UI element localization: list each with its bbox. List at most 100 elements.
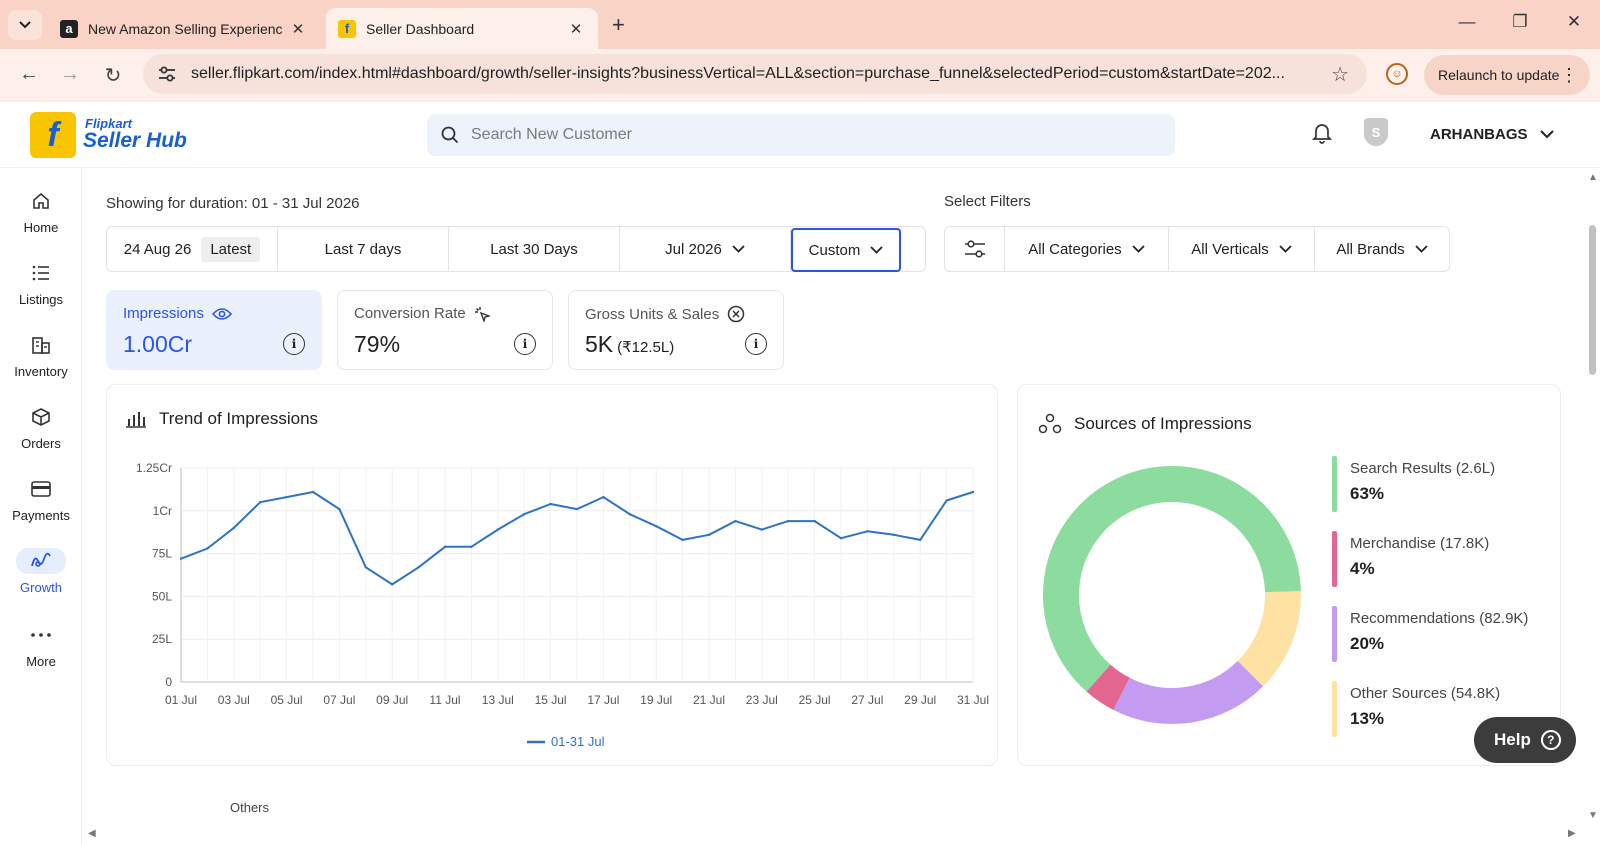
period-latest-button[interactable]: 24 Aug 26 Latest [107,227,278,271]
donut-slice-recommendations[interactable] [1113,660,1264,724]
category-filter-dropdown[interactable]: All Categories [1005,227,1169,271]
data-point [787,519,790,523]
bubbles-icon [1038,413,1062,434]
x-tick-label: 21 Jul [693,693,725,707]
scroll-down-icon[interactable]: ▼ [1588,810,1598,821]
forward-button[interactable]: → [57,63,83,86]
filter-sliders-icon [964,240,985,258]
period-custom-dropdown[interactable]: Custom [791,228,901,272]
x-tick-label: 15 Jul [535,693,567,707]
search-icon [441,126,459,144]
y-tick-label: 50L [152,589,172,603]
donut-slice-other[interactable] [1237,591,1301,687]
flipkart-logo[interactable]: f [30,112,76,158]
search-placeholder: Search New Customer [471,126,632,143]
relaunch-button[interactable]: Relaunch to update ⋮ [1424,55,1590,95]
data-point [919,538,922,542]
chevron-down-icon [870,246,883,254]
reload-button[interactable]: ↻ [100,63,126,88]
relaunch-label: Relaunch to update [1438,67,1560,83]
y-tick-label: 25L [152,632,172,646]
kpi-card-gross-units[interactable]: Gross Units & Sales 5K (₹12.5L) i [568,290,784,370]
kpi-value-row: 5K (₹12.5L) [585,331,674,358]
sidebar-item-listings[interactable]: Listings [0,260,82,307]
period-last30-button[interactable]: Last 30 Days [449,227,620,271]
kpi-label: Conversion Rate [354,305,466,322]
filter-bar: All Categories All Verticals All Brands [944,226,1450,272]
legend-value: 4% [1350,559,1375,578]
info-icon[interactable]: i [283,333,305,355]
account-dropdown[interactable]: ARHANBAGS [1430,126,1554,143]
tab-search-button[interactable] [8,10,42,40]
close-window-button[interactable]: ✕ [1559,12,1589,32]
seller-shield-icon[interactable]: S [1364,118,1388,146]
browser-tab-amazon[interactable]: a New Amazon Selling Experienc ✕ [48,8,320,49]
flipkart-favicon-icon: f [338,19,356,38]
sidebar-item-label: Payments [12,508,70,523]
sidebar-item-label: Listings [18,292,64,307]
donut-slice-merchandise[interactable] [1086,664,1131,710]
address-bar[interactable]: seller.flipkart.com/index.html#dashboard… [143,54,1367,94]
trend-card-title: Trend of Impressions [159,409,319,428]
sidebar-item-more[interactable]: More [0,622,82,669]
y-tick-label: 75L [152,547,172,561]
help-button[interactable]: Help ? [1474,717,1576,763]
scrollbar-thumb[interactable] [1589,225,1596,375]
vertical-filter-dropdown[interactable]: All Verticals [1169,227,1315,271]
chevron-down-icon [732,245,745,253]
scroll-right-icon[interactable]: ▶ [1568,828,1576,839]
data-point [971,490,975,494]
legend-swatch [1332,681,1337,737]
app-header: f Flipkart Seller Hub Search New Custome… [0,102,1600,168]
x-tick-label: 09 Jul [376,693,408,707]
sidebar-item-growth[interactable]: Growth [0,548,82,595]
brand-filter-dropdown[interactable]: All Brands [1315,227,1449,271]
site-settings-icon[interactable] [157,65,177,83]
sidebar-item-label: Growth [20,580,62,595]
legend-name: Other Sources (54.8K) [1350,685,1501,702]
duration-text: Showing for duration: 01 - 31 Jul 2026 [106,195,360,212]
period-month-dropdown[interactable]: Jul 2026 [620,227,791,271]
kpi-card-conversion[interactable]: Conversion Rate 79% i [337,290,553,370]
period-last7-button[interactable]: Last 7 days [278,227,449,271]
x-tick-label: 11 Jul [429,693,460,707]
y-tick-label: 1.25Cr [136,461,172,475]
sidebar-item-payments[interactable]: Payments [0,476,82,523]
legend-value: 63% [1350,484,1385,503]
bell-icon[interactable] [1311,122,1333,149]
legend-name: Merchandise (17.8K) [1350,535,1490,552]
browser-menu-icon[interactable]: ⋮ [1560,65,1578,86]
new-tab-button[interactable]: + [612,12,625,38]
filter-settings-button[interactable] [945,227,1005,271]
sidebar-item-orders[interactable]: Orders [0,404,82,451]
kpi-card-impressions[interactable]: Impressions 1.00Cr i [106,290,322,370]
minimize-button[interactable]: — [1452,12,1482,32]
back-button[interactable]: ← [16,63,42,86]
scroll-up-icon[interactable]: ▲ [1588,172,1598,183]
latest-badge: Latest [201,236,261,262]
data-point [628,513,631,516]
close-tab-icon[interactable]: ✕ [288,20,308,38]
scroll-left-icon[interactable]: ◀ [88,828,96,839]
warehouse-icon [0,332,82,358]
tab-title: Seller Dashboard [366,20,475,37]
profile-avatar-icon[interactable]: ☺ [1386,63,1408,85]
vertical-scrollbar[interactable]: ▲ ▼ [1584,170,1600,830]
browser-tab-seller-dashboard[interactable]: f Seller Dashboard ✕ [326,8,598,49]
data-point [179,557,183,560]
info-icon[interactable]: i [514,333,536,355]
close-tab-icon[interactable]: ✕ [566,20,586,38]
sidebar-item-inventory[interactable]: Inventory [0,332,82,379]
y-tick-label: 0 [165,675,172,689]
bookmark-star-icon[interactable]: ☆ [1331,62,1349,87]
url-text: seller.flipkart.com/index.html#dashboard… [191,65,1285,82]
data-point [892,533,895,536]
info-icon[interactable]: i [745,333,767,355]
data-point [655,525,658,528]
data-point [206,547,209,550]
restore-button[interactable]: ❐ [1505,12,1535,32]
data-point [839,536,843,540]
customer-search-input[interactable]: Search New Customer [427,114,1175,156]
sidebar-item-home[interactable]: Home [0,188,82,235]
others-label: Others [230,800,270,815]
